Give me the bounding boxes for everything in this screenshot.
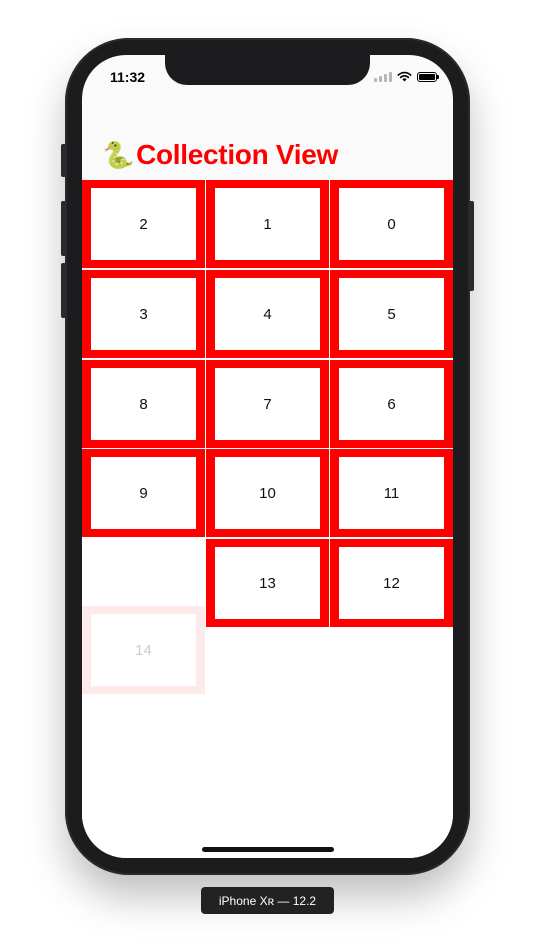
- collection-cell[interactable]: 2: [82, 180, 205, 268]
- notch: [165, 55, 370, 85]
- cell-label: 6: [339, 368, 444, 440]
- status-icons: [374, 71, 439, 82]
- page-title: 🐍Collection View: [102, 139, 338, 171]
- snake-emoji-icon: 🐍: [102, 140, 135, 170]
- collection-cell[interactable]: 11: [330, 449, 453, 537]
- collection-cell[interactable]: 7: [206, 360, 329, 448]
- cell-label: 5: [339, 278, 444, 350]
- collection-cell[interactable]: 12: [330, 539, 453, 627]
- collection-cell[interactable]: 13: [206, 539, 329, 627]
- cell-label: 11: [339, 457, 444, 529]
- collection-cell[interactable]: 0: [330, 180, 453, 268]
- device-label: iPhone Xʀ — 12.2: [201, 887, 334, 914]
- cell-label: 12: [339, 547, 444, 619]
- cell-label: 3: [91, 278, 196, 350]
- cell-label: 0: [339, 188, 444, 260]
- collection-view[interactable]: 2 1 0 3 4 5 8 7 6 9 10 11 13 12 14: [82, 180, 453, 858]
- collection-cell[interactable]: 6: [330, 360, 453, 448]
- collection-cell[interactable]: 4: [206, 270, 329, 358]
- battery-icon: [417, 71, 439, 82]
- collection-cell[interactable]: 9: [82, 449, 205, 537]
- cell-label: 10: [215, 457, 320, 529]
- status-time: 11:32: [110, 69, 146, 85]
- collection-cell[interactable]: 3: [82, 270, 205, 358]
- collection-cell[interactable]: 10: [206, 449, 329, 537]
- cell-label: 2: [91, 188, 196, 260]
- mute-switch: [61, 144, 66, 177]
- power-button: [469, 201, 474, 291]
- cell-label: 13: [215, 547, 320, 619]
- cell-label: 9: [91, 457, 196, 529]
- cell-label: 14: [91, 614, 196, 686]
- cell-label: 1: [215, 188, 320, 260]
- page-title-text: Collection View: [136, 139, 338, 170]
- cell-label: 4: [215, 278, 320, 350]
- cell-label: 8: [91, 368, 196, 440]
- volume-up-button: [61, 201, 66, 256]
- cellular-signal-icon: [374, 71, 392, 82]
- wifi-icon: [397, 71, 412, 82]
- volume-down-button: [61, 263, 66, 318]
- screen: 11:32 🐍Collection View 2 1 0 3 4 5 8 7 6…: [82, 55, 453, 858]
- cell-label: 7: [215, 368, 320, 440]
- collection-cell[interactable]: 8: [82, 360, 205, 448]
- home-indicator[interactable]: [202, 847, 334, 852]
- collection-cell[interactable]: 1: [206, 180, 329, 268]
- collection-cell[interactable]: 5: [330, 270, 453, 358]
- dragging-cell[interactable]: 14: [82, 606, 205, 694]
